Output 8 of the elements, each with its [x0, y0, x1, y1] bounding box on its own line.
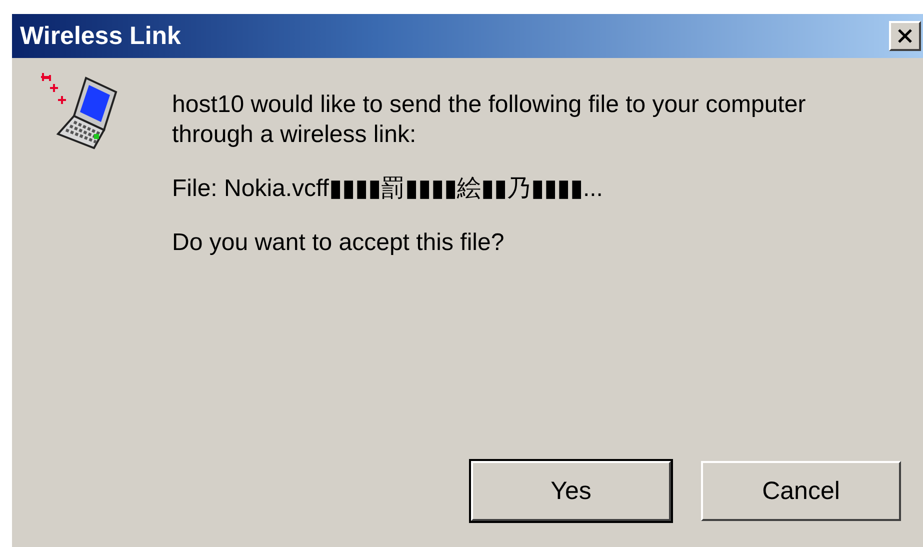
message-text: Do you want to accept this file? — [172, 228, 506, 258]
dialog-button[interactable]: Yes — [471, 461, 671, 521]
dialog-button[interactable]: Cancel — [701, 461, 901, 521]
close-icon — [896, 28, 914, 44]
close-button[interactable] — [889, 21, 921, 51]
window-title: Wireless Link — [20, 22, 181, 50]
message-text: host10 would like to send the following file to your computer through a wireless link: — [172, 90, 807, 150]
message-text: File: Nokia.vcff▮▮▮▮罰▮▮▮▮絵▮▮乃▮▮▮▮... — [172, 174, 604, 204]
